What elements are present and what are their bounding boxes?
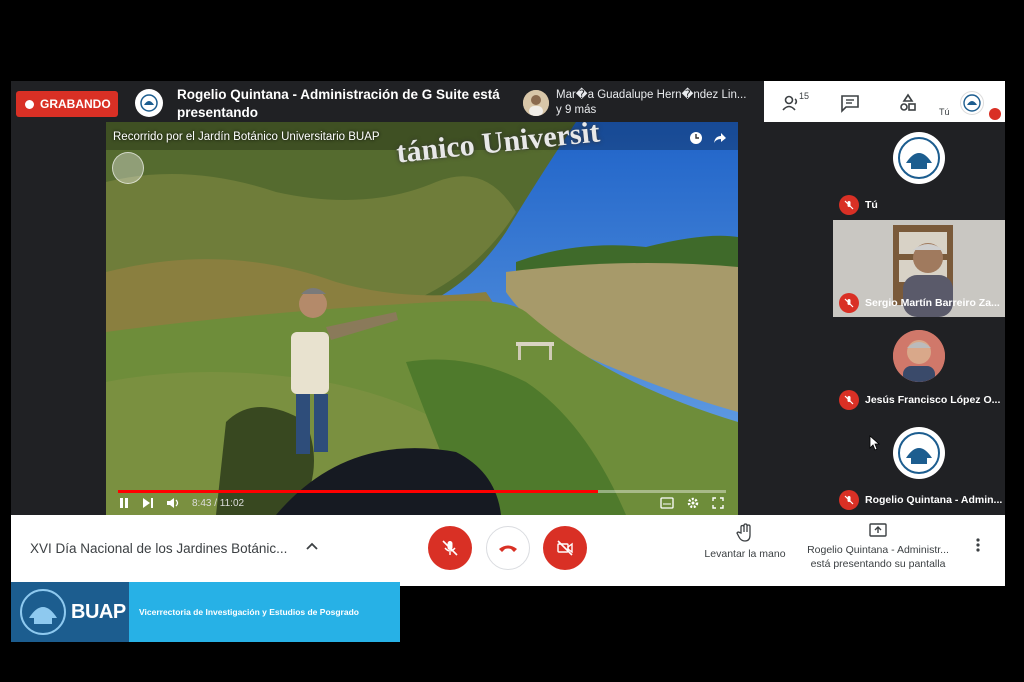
participant-tile-jesus[interactable]: Jesús Francisco López O... — [833, 318, 1005, 414]
present-screen-icon — [869, 523, 887, 537]
player-controls-right — [660, 495, 724, 511]
settings-gear-icon[interactable] — [686, 496, 700, 510]
mic-off-icon — [839, 390, 859, 410]
video-time: 8:43 / 11:02 — [192, 497, 245, 509]
banner-brand: BUAP — [71, 601, 126, 623]
participant-count: 15 — [799, 91, 810, 101]
hang-up-icon — [499, 545, 517, 552]
video-frame — [106, 122, 738, 515]
chat-icon — [841, 95, 859, 113]
recording-badge: GRABANDO — [16, 91, 118, 117]
tile-avatar — [893, 330, 945, 382]
bottom-toolbar: XVI Día Nacional de los Jardines Botánic… — [11, 515, 1005, 586]
participants-summary[interactable]: Mar�a Guadalupe Hern�ndez Lin... y 9 más — [556, 88, 761, 118]
buap-crest-icon — [898, 432, 940, 474]
participant-tile-self[interactable]: Tú — [833, 122, 1005, 219]
share-icon[interactable] — [713, 131, 727, 145]
tile-name: Sergio Martín Barreiro Za... — [865, 297, 1000, 309]
mic-toggle-button[interactable] — [428, 526, 472, 570]
mic-off-icon — [839, 195, 859, 215]
participant-tile-rogelio[interactable]: Rogelio Quintana - Admin... — [833, 415, 1005, 514]
more-options-icon[interactable] — [975, 537, 981, 558]
next-icon[interactable] — [142, 497, 154, 509]
subtitles-icon[interactable] — [660, 497, 674, 509]
chat-button[interactable] — [839, 92, 861, 114]
meeting-title[interactable]: XVI Día Nacional de los Jardines Botánic… — [30, 541, 287, 556]
person-photo-icon — [523, 90, 549, 116]
clock-icon[interactable] — [689, 131, 703, 145]
camera-off-icon — [557, 540, 573, 556]
mouse-cursor-icon — [869, 435, 881, 451]
mic-off-icon — [442, 540, 458, 556]
self-label: Tú — [939, 107, 950, 117]
participant-avatar — [523, 90, 549, 116]
buap-crest-icon — [20, 589, 66, 635]
leave-call-button[interactable] — [486, 526, 530, 570]
participants-summary-line2: y 9 más — [556, 104, 597, 116]
tile-name: Rogelio Quintana - Admin... — [865, 494, 1003, 506]
buap-banner: BUAP Vicerrectoria de Investigación y Es… — [11, 582, 400, 642]
recording-label: GRABANDO — [40, 97, 111, 111]
presenting-button[interactable]: Rogelio Quintana - Administr... está pre… — [797, 523, 959, 571]
channel-logo[interactable] — [112, 152, 144, 184]
raise-hand-button[interactable]: Levantar la mano — [697, 523, 793, 561]
tile-name: Jesús Francisco López O... — [865, 394, 1001, 406]
activities-button[interactable] — [897, 92, 919, 114]
participant-tile-sergio[interactable]: Sergio Martín Barreiro Za... — [833, 220, 1005, 317]
fullscreen-icon[interactable] — [712, 497, 724, 509]
mic-off-icon — [839, 293, 859, 313]
presenter-avatar — [135, 89, 163, 117]
person-photo-icon — [893, 330, 945, 382]
presenter-status: Rogelio Quintana - Administración de G S… — [177, 87, 500, 120]
buap-crest-icon — [140, 94, 158, 112]
camera-toggle-button[interactable] — [543, 526, 587, 570]
tile-avatar — [893, 427, 945, 479]
presenting-label-line2: está presentando su pantalla — [810, 558, 946, 570]
buap-crest-icon — [898, 137, 940, 179]
mic-off-icon — [839, 490, 859, 510]
video-title[interactable]: Recorrido por el Jardín Botánico Univers… — [113, 131, 380, 143]
shared-video[interactable]: Recorrido por el Jardín Botánico Univers… — [106, 122, 738, 515]
tile-name: Tú — [865, 199, 878, 211]
presenting-label-line1: Rogelio Quintana - Administr... — [807, 544, 949, 556]
hand-icon — [736, 523, 751, 542]
video-progress-fill — [118, 490, 599, 493]
top-controls: 15 Tú — [764, 81, 1005, 122]
activities-icon — [900, 93, 916, 111]
banner-text: Vicerrectoria de Investigación y Estudio… — [139, 607, 359, 617]
volume-icon[interactable] — [166, 497, 180, 509]
player-controls: 8:43 / 11:02 — [118, 495, 244, 511]
tile-avatar — [893, 132, 945, 184]
self-mic-off-icon — [989, 108, 1001, 120]
video-progress-bar[interactable] — [118, 490, 726, 493]
participants-summary-line1: Mar�a Guadalupe Hern�ndez Lin... — [556, 89, 747, 101]
recording-dot-icon — [25, 99, 34, 109]
banner-logo-block: BUAP — [11, 582, 129, 642]
buap-crest-icon — [963, 94, 981, 112]
pause-icon[interactable] — [118, 497, 130, 509]
meet-window: GRABANDO Rogelio Quintana - Administraci… — [11, 81, 1005, 586]
chevron-up-icon[interactable] — [305, 539, 319, 556]
self-thumbnail[interactable] — [960, 91, 984, 115]
raise-hand-label: Levantar la mano — [704, 548, 786, 560]
